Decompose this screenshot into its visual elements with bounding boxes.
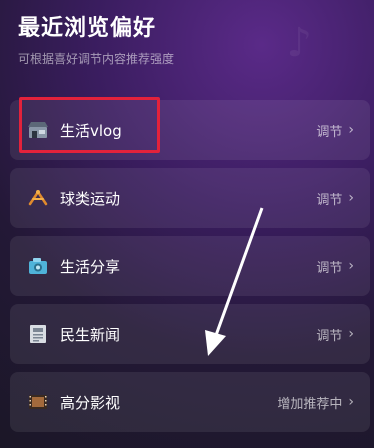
arrow-annotation — [205, 207, 264, 356]
